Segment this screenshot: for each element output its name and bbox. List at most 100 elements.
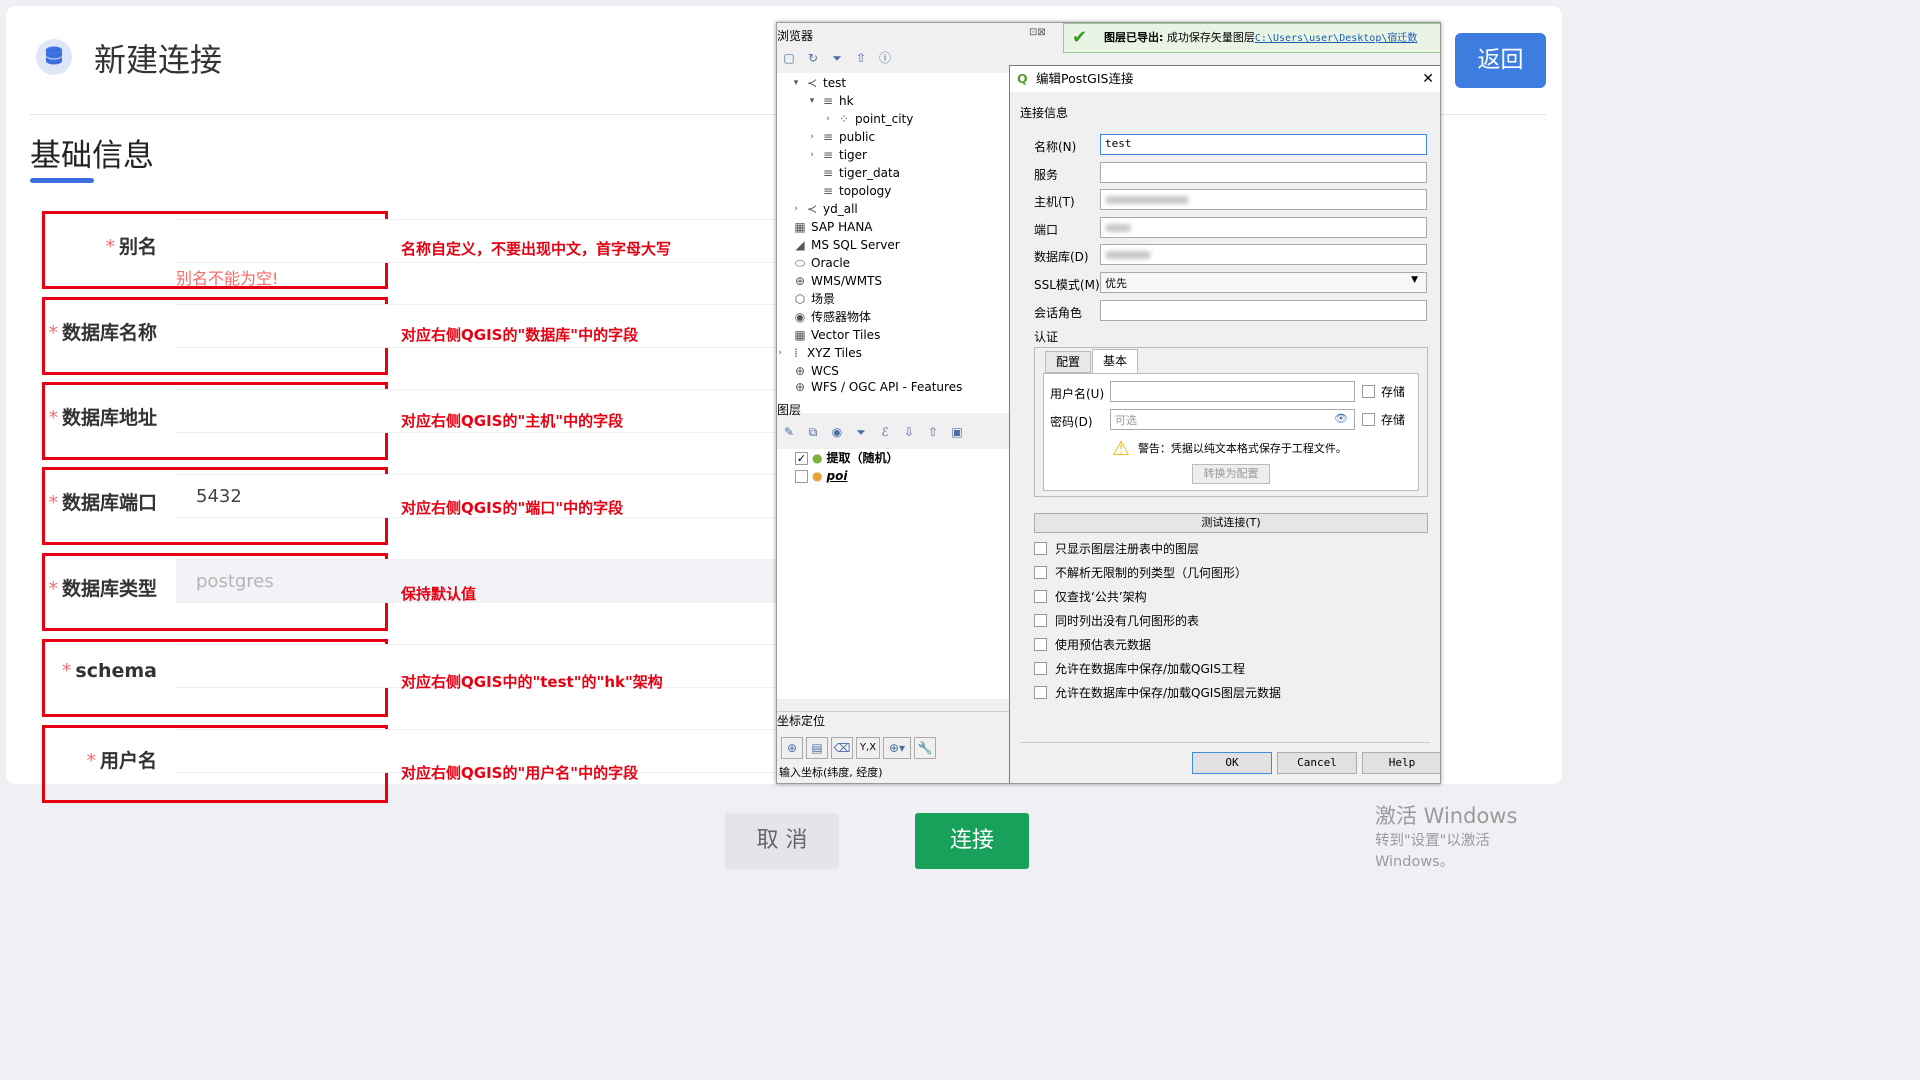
tree-item-wfs[interactable]: ⊕ WFS / OGC API - Features [779, 378, 962, 396]
dialog-close-icon[interactable]: ✕ [1422, 66, 1434, 92]
add-selected-icon[interactable]: ▢ [781, 50, 797, 66]
clear-icon[interactable]: ⌫ [831, 737, 853, 759]
username-note: 对应右侧QGIS的"用户名"中的字段 [401, 764, 639, 782]
required-mark: * [48, 492, 58, 514]
filter-legend-icon[interactable]: ⏷ [853, 424, 869, 440]
auth-password-label: 密码(D) [1050, 415, 1093, 429]
tab-config[interactable]: 配置 [1045, 351, 1091, 373]
auth-password-input[interactable]: 可选 👁 [1110, 409, 1355, 430]
zoom-icon[interactable]: ⊕ [781, 737, 803, 759]
alias-input[interactable] [176, 219, 390, 263]
remove-layer-icon[interactable]: ▣ [949, 424, 965, 440]
auth-label: 认证 [1034, 330, 1059, 344]
db-name-input[interactable] [176, 304, 390, 348]
database-label: 数据库(D) [1034, 250, 1089, 264]
tree-item-sap-hana[interactable]: ▦ SAP HANA [779, 218, 872, 236]
tab-basic[interactable]: 基本 [1092, 349, 1138, 373]
wfs-icon: ⊕ [794, 380, 806, 394]
style-icon[interactable]: ✎ [781, 424, 797, 440]
schema-note: 对应右侧QGIS中的"test"的"hk"架构 [401, 673, 663, 691]
tree-item-hk[interactable]: ▾ ≡ hk [807, 92, 854, 110]
visibility-icon[interactable]: ◉ [829, 424, 845, 440]
back-button[interactable]: 返回 [1455, 33, 1546, 88]
store-username-checkbox[interactable]: 存储 [1362, 383, 1405, 400]
tree-item-sensor[interactable]: ◉ 传感器物体 [779, 308, 871, 326]
layers-toolbar: ✎ ⧉ ◉ ⏷ ℰ ⇩ ⇧ ▣ [781, 424, 965, 440]
tree-item-scene[interactable]: ⬡ 场景 [779, 290, 835, 308]
export-path-link[interactable]: C:\Users\user\Desktop\宿迁数 [1255, 33, 1417, 44]
filter-icon[interactable]: ⏷ [829, 50, 845, 66]
settings-icon[interactable]: 🔧 [914, 737, 936, 759]
schema-icon: ≡ [822, 148, 834, 162]
panel-float-close-icon[interactable]: ⊡⊠ [1029, 27, 1046, 38]
tree-item-test[interactable]: ▾ ≺ test [791, 74, 846, 92]
crs-icon[interactable]: ⊕▾ [883, 737, 911, 759]
tree-item-tiger-data[interactable]: ≡ tiger_data [807, 164, 900, 182]
expand-all-icon[interactable]: ⇩ [901, 424, 917, 440]
layer-checkbox-checked[interactable]: ✓ [795, 451, 808, 465]
db-type-input: postgres [176, 559, 390, 603]
host-input[interactable] [1100, 189, 1427, 210]
tree-item-oracle[interactable]: ⬭ Oracle [779, 254, 850, 272]
tree-item-mssql[interactable]: ◢ MS SQL Server [779, 236, 899, 254]
service-input[interactable] [1100, 162, 1427, 183]
tree-item-tiger[interactable]: › ≡ tiger [807, 146, 867, 164]
expression-filter-icon[interactable]: ℰ [877, 424, 893, 440]
tree-item-topology[interactable]: ≡ topology [807, 182, 891, 200]
vector-tiles-icon: ▦ [794, 328, 806, 342]
help-button[interactable]: Help [1362, 752, 1440, 774]
port-input[interactable] [1100, 217, 1427, 238]
tree-item-xyz[interactable]: › ⁞ XYZ Tiles [777, 344, 862, 362]
wms-icon: ⊕ [794, 274, 806, 288]
schema-input[interactable] [176, 644, 390, 688]
info-icon[interactable]: ⓘ [877, 50, 893, 66]
session-role-input[interactable] [1100, 300, 1427, 321]
option-checkbox-public-only[interactable]: 仅查找‘公共’架构 [1034, 588, 1147, 605]
dialog-cancel-button[interactable]: Cancel [1277, 752, 1357, 774]
show-password-icon[interactable]: 👁 [1334, 412, 1348, 425]
alias-note: 名称自定义，不要出现中文，首字母大写 [401, 240, 672, 258]
plaintext-warning: ⚠ 警告：凭据以纯文本格式保存于工程文件。 [1112, 436, 1347, 460]
db-host-input[interactable] [176, 389, 390, 433]
paste-icon[interactable]: ▤ [806, 737, 828, 759]
auth-username-input[interactable] [1110, 381, 1355, 402]
layer-item-extract[interactable]: ✓ ● 提取（随机） [795, 449, 899, 467]
db-name-label: 数据库名称 [61, 322, 157, 344]
hana-icon: ▦ [794, 220, 806, 234]
dialog-divider [1020, 742, 1430, 743]
refresh-icon[interactable]: ↻ [805, 50, 821, 66]
test-connection-button[interactable]: 测试连接(T) [1034, 513, 1428, 533]
point-layer-icon: ⁘ [838, 112, 850, 126]
option-checkbox-metadata[interactable]: 允许在数据库中保存/加载QGIS图层元数据 [1034, 684, 1281, 701]
name-input[interactable]: test [1100, 134, 1427, 155]
layer-checkbox[interactable] [795, 469, 808, 483]
option-checkbox-projects[interactable]: 允许在数据库中保存/加载QGIS工程 [1034, 660, 1245, 677]
point-symbol-icon: ● [812, 469, 823, 483]
name-label: 名称(N) [1034, 140, 1077, 154]
tree-item-vector-tiles[interactable]: ▦ Vector Tiles [779, 326, 880, 344]
add-group-icon[interactable]: ⧉ [805, 424, 821, 440]
swap-xy-button[interactable]: Y,X [856, 737, 880, 759]
option-checkbox-unrestricted[interactable]: 不解析无限制的列类型（几何图形） [1034, 564, 1247, 581]
cancel-button[interactable]: 取 消 [725, 813, 839, 869]
option-checkbox-estimated[interactable]: 使用预估表元数据 [1034, 636, 1151, 653]
layer-item-poi[interactable]: ● poi [795, 467, 847, 485]
connection-info-label: 连接信息 [1020, 106, 1069, 120]
tree-item-public[interactable]: › ≡ public [807, 128, 875, 146]
option-checkbox-no-geometry[interactable]: 同时列出没有几何图形的表 [1034, 612, 1199, 629]
layers-list: ✓ ● 提取（随机） ● poi [777, 449, 1009, 699]
collapse-all-icon[interactable]: ⇧ [853, 50, 869, 66]
username-input[interactable] [176, 729, 390, 773]
store-password-checkbox[interactable]: 存储 [1362, 411, 1405, 428]
required-mark: * [48, 322, 58, 344]
tree-item-wms[interactable]: ⊕ WMS/WMTS [779, 272, 882, 290]
ssl-mode-select[interactable]: 优先 ▼ [1100, 272, 1427, 293]
option-checkbox-registry[interactable]: 只显示图层注册表中的图层 [1034, 540, 1199, 557]
collapse-all-icon[interactable]: ⇧ [925, 424, 941, 440]
ok-button[interactable]: OK [1192, 752, 1272, 774]
tree-item-yd-all[interactable]: › ≺ yd_all [791, 200, 858, 218]
database-input[interactable] [1100, 244, 1427, 265]
connect-button[interactable]: 连接 [915, 813, 1029, 869]
db-port-input[interactable]: 5432 [176, 474, 390, 518]
tree-item-point-city[interactable]: › ⁘ point_city [823, 110, 913, 128]
